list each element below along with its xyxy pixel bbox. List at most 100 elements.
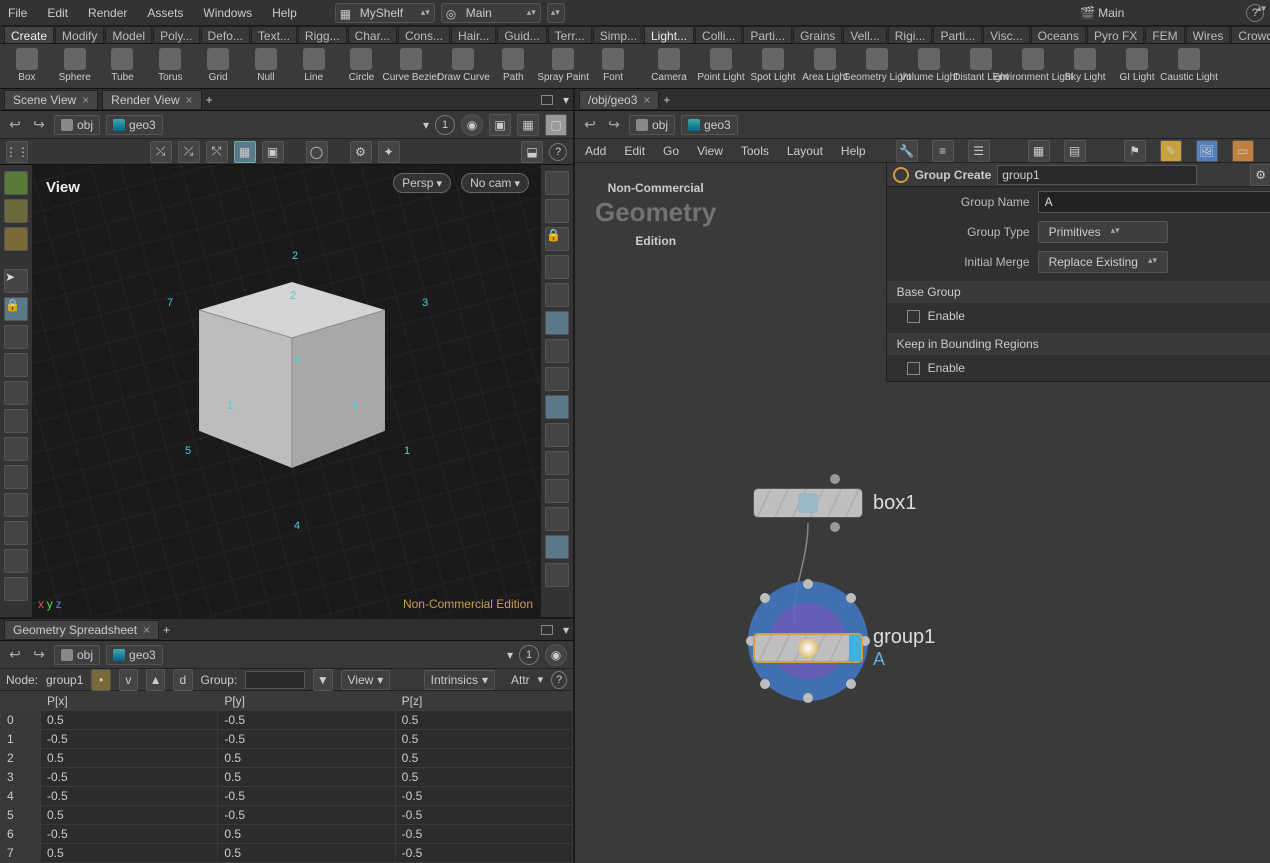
- shelf-tab[interactable]: Simp...: [593, 26, 640, 43]
- r5[interactable]: [545, 367, 569, 391]
- shelf-tool-camera[interactable]: Camera: [644, 46, 694, 86]
- shelf-tab[interactable]: Parti...: [933, 26, 982, 43]
- shelf-tool-line[interactable]: Line: [291, 46, 337, 86]
- column-header[interactable]: [1, 692, 41, 711]
- persp-dropdown[interactable]: Persp ▾: [393, 173, 451, 193]
- r9[interactable]: [545, 479, 569, 503]
- r8[interactable]: [545, 451, 569, 475]
- arrow-tool[interactable]: ➤: [4, 269, 28, 293]
- disp-wire[interactable]: [545, 199, 569, 223]
- r7[interactable]: [545, 423, 569, 447]
- nav-fwd-icon[interactable]: ↪: [30, 116, 48, 134]
- t2[interactable]: [4, 353, 28, 377]
- net-menu-help[interactable]: Help: [839, 142, 868, 160]
- lasso-tool[interactable]: [4, 199, 28, 223]
- shelf-tab[interactable]: Colli...: [695, 26, 742, 43]
- node-input-dot[interactable]: [830, 474, 840, 484]
- column-header[interactable]: P[x]: [41, 692, 218, 711]
- nav-fwd-icon[interactable]: ↪: [605, 116, 623, 134]
- t7[interactable]: [4, 493, 28, 517]
- path-menu-icon[interactable]: ▾: [423, 118, 429, 132]
- nav-fwd-icon[interactable]: ↪: [30, 646, 48, 664]
- table-row[interactable]: 20.50.50.5: [1, 749, 573, 768]
- menu-edit[interactable]: Edit: [45, 3, 70, 23]
- class-points-icon[interactable]: •: [91, 669, 110, 691]
- box-icon[interactable]: ▭: [1232, 140, 1254, 162]
- link-icon[interactable]: ◉: [461, 114, 483, 136]
- group-name-input[interactable]: [1038, 191, 1270, 213]
- node-box1[interactable]: box1: [753, 488, 916, 518]
- enable-bounding-checkbox[interactable]: [907, 362, 920, 375]
- nav-back-icon[interactable]: ↩: [6, 646, 24, 664]
- list-icon[interactable]: ≡: [932, 140, 954, 162]
- node-output-dot[interactable]: [830, 522, 840, 532]
- table-row[interactable]: 3-0.50.50.5: [1, 768, 573, 787]
- t5[interactable]: [4, 437, 28, 461]
- path-chip-obj[interactable]: obj: [54, 645, 100, 665]
- table-row[interactable]: 4-0.5-0.5-0.5: [1, 787, 573, 806]
- shelf-tab[interactable]: Oceans: [1031, 26, 1086, 43]
- shelf-tab[interactable]: Modify: [55, 26, 104, 43]
- group-filter-input[interactable]: [245, 671, 305, 689]
- sel-mode-5[interactable]: ▣: [262, 141, 284, 163]
- image-icon[interactable]: 🖼: [1196, 140, 1218, 162]
- sel-mode-3[interactable]: ⤲: [206, 141, 228, 163]
- net-menu-edit[interactable]: Edit: [622, 142, 647, 160]
- class-prims-icon[interactable]: ▲: [146, 669, 165, 691]
- shelf-tool-spray-paint[interactable]: Spray Paint: [538, 46, 588, 86]
- r3[interactable]: [545, 311, 569, 335]
- shelf-tab[interactable]: Rigg...: [298, 26, 347, 43]
- shelf-tab[interactable]: Defo...: [201, 26, 250, 43]
- menu-render[interactable]: Render: [86, 3, 129, 23]
- shelf-tool-box[interactable]: Box: [4, 46, 50, 86]
- shelf-tab[interactable]: Cons...: [398, 26, 450, 43]
- shelf-tab[interactable]: Vell...: [843, 26, 886, 43]
- path-chip-obj[interactable]: obj: [54, 115, 100, 135]
- sel-mode-2[interactable]: ⤰: [178, 141, 200, 163]
- shelf-tab[interactable]: Hair...: [451, 26, 496, 43]
- shelf-tool-environment-light[interactable]: Environment Light: [1008, 46, 1058, 86]
- shelf-tool-torus[interactable]: Torus: [147, 46, 193, 86]
- display-icon-3[interactable]: ▢: [545, 114, 567, 136]
- tab-render-view[interactable]: Render View×: [102, 90, 202, 110]
- maximize-icon[interactable]: [541, 625, 553, 635]
- shelf-tool-gi-light[interactable]: GI Light: [1112, 46, 1162, 86]
- desktop-dropdown[interactable]: 🎬 Main▴▾: [1080, 6, 1230, 20]
- shelf-tab[interactable]: Text...: [251, 26, 297, 43]
- camera-dropdown[interactable]: No cam ▾: [461, 173, 529, 193]
- net-menu-layout[interactable]: Layout: [785, 142, 825, 160]
- shelf-tab[interactable]: Pyro FX: [1087, 26, 1144, 43]
- r10[interactable]: [545, 507, 569, 531]
- r11[interactable]: [545, 535, 569, 559]
- layout-icon[interactable]: ⬓: [521, 141, 543, 163]
- brush-tool[interactable]: [4, 227, 28, 251]
- node-name-input[interactable]: [997, 165, 1197, 185]
- shelf-tab[interactable]: Poly...: [153, 26, 199, 43]
- t1[interactable]: [4, 325, 28, 349]
- shelf-tool-null[interactable]: Null: [243, 46, 289, 86]
- select-tool[interactable]: [4, 171, 28, 195]
- close-icon[interactable]: ×: [82, 93, 89, 107]
- net-menu-view[interactable]: View: [695, 142, 725, 160]
- shelf-tab[interactable]: Guid...: [497, 26, 546, 43]
- path-chip-obj[interactable]: obj: [629, 115, 675, 135]
- shelf-tool-caustic-light[interactable]: Caustic Light: [1164, 46, 1214, 86]
- shelf-tab[interactable]: Create: [4, 26, 54, 43]
- sel-mode-prims[interactable]: ▦: [234, 141, 256, 163]
- close-icon[interactable]: ×: [643, 93, 650, 107]
- display-icon-2[interactable]: ▦: [517, 114, 539, 136]
- lock-icon[interactable]: 🔒: [4, 297, 28, 321]
- shelf-tool-curve-bezier[interactable]: Curve Bezier: [386, 46, 436, 86]
- add-tab-icon[interactable]: +: [206, 93, 213, 107]
- net-menu-add[interactable]: Add: [583, 142, 608, 160]
- table-row[interactable]: 70.50.5-0.5: [1, 844, 573, 863]
- filter-icon[interactable]: ▼: [313, 669, 332, 691]
- tab-spreadsheet[interactable]: Geometry Spreadsheet×: [4, 620, 159, 640]
- shelf-dropdown-main[interactable]: ◎ Main▴▾: [441, 3, 541, 23]
- column-header[interactable]: P[y]: [218, 692, 395, 711]
- shelf-tab[interactable]: Terr...: [548, 26, 592, 43]
- sel-mode-1[interactable]: ⤯: [150, 141, 172, 163]
- r1[interactable]: [545, 255, 569, 279]
- shelf-tab[interactable]: Rigi...: [888, 26, 933, 43]
- menu-assets[interactable]: Assets: [145, 3, 185, 23]
